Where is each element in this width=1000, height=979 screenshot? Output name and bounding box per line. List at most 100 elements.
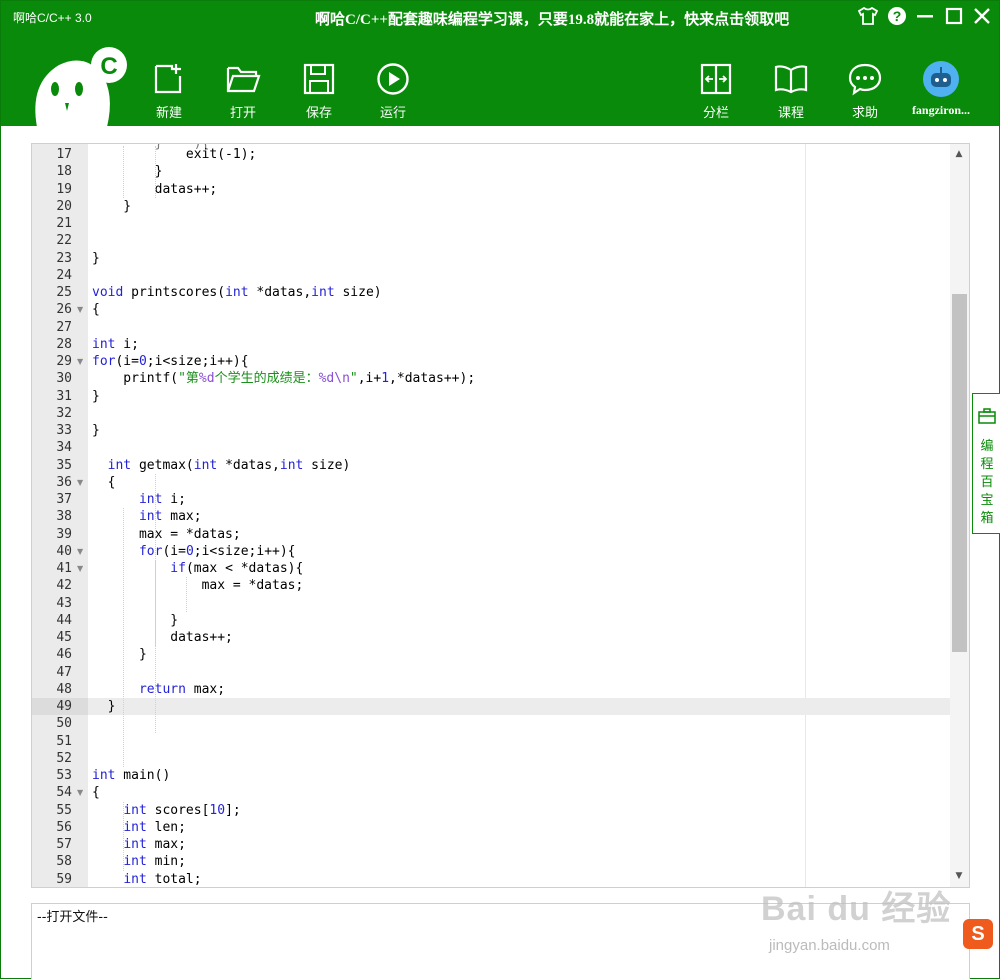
chat-bubble-icon (847, 61, 883, 97)
fold-arrow-icon[interactable]: ▼ (77, 543, 85, 560)
open-button[interactable]: 打开 (213, 61, 273, 123)
line-number: 28 (56, 336, 72, 352)
line-number: 40 (56, 543, 72, 559)
line-number: 42 (56, 578, 72, 594)
code-token: *datas, (248, 285, 312, 300)
code-line[interactable]: int min; (92, 853, 186, 870)
line-number: 17 (56, 147, 72, 162)
side-toolbox[interactable]: 编程百宝箱 (972, 393, 1000, 534)
scrollbar-thumb[interactable] (952, 294, 967, 652)
run-button[interactable]: 运行 (363, 61, 423, 123)
fold-arrow-icon[interactable]: ▼ (77, 353, 85, 370)
code-editor[interactable]: 17 18 19 20 21 22 23 24 25 26 ▼ 27 28 29 ▼ 30 31 32 33 34 35… (31, 143, 970, 888)
code-line[interactable]: int scores[10]; (92, 802, 241, 819)
code-token: ]; (225, 802, 241, 818)
close-icon[interactable] (971, 5, 993, 27)
scroll-up-icon[interactable]: ▲ (953, 148, 965, 160)
app-title: 啊哈C/C++ 3.0 (13, 11, 92, 25)
maximize-icon[interactable] (943, 5, 965, 27)
code-line[interactable]: } (92, 250, 100, 267)
logo-letter: C (100, 53, 117, 80)
indent-guide (185, 577, 187, 612)
code-token: } (92, 612, 179, 628)
code-line[interactable]: } (92, 698, 116, 715)
line-number: 57 (56, 837, 72, 852)
fold-arrow-icon[interactable]: ▼ (77, 301, 85, 318)
code-token: max; (162, 509, 202, 525)
code-line[interactable]: int i; (92, 336, 139, 353)
code-token: "第 (178, 371, 199, 387)
fold-arrow-icon[interactable]: ▼ (77, 474, 85, 491)
ime-icon[interactable]: S (963, 919, 993, 949)
code-token: int (123, 837, 147, 852)
line-number: 50 (56, 716, 72, 732)
line-number: 48 (56, 681, 72, 697)
title-bar: 啊哈C/C++ 3.0 啊哈C/C++配套趣味编程学习课，只要19.8就能在家上… (1, 1, 999, 127)
code-line[interactable]: exit(-1); (92, 146, 256, 163)
code-line[interactable]: int len; (92, 819, 186, 836)
code-line[interactable]: } (92, 163, 163, 180)
line-number: 31 (56, 388, 72, 404)
output-text: --打开文件-- (37, 910, 108, 925)
help-circle-icon[interactable]: ? (886, 5, 908, 27)
line-number: 26 (56, 302, 72, 318)
fold-arrow-icon[interactable]: ▼ (77, 560, 85, 577)
toolbox-label: 编程百宝箱 (980, 439, 994, 526)
line-number: 37 (56, 492, 72, 507)
code-line[interactable]: int i; (92, 491, 186, 508)
code-line[interactable]: } (92, 388, 100, 405)
minimize-icon[interactable] (914, 5, 936, 27)
code-line[interactable]: void printscores(int *datas,int size) (92, 284, 382, 301)
code-line[interactable]: datas++; (92, 629, 233, 646)
code-token: ;i<size;i++){ (146, 354, 249, 369)
line-number: 43 (56, 595, 72, 611)
course-label: 课程 (777, 106, 804, 121)
code-line[interactable]: printf("第%d个学生的成绩是：%d\n",i+1,*datas++); (92, 370, 475, 387)
code-token: int (225, 285, 249, 300)
course-button[interactable]: 课程 (761, 61, 821, 123)
avatar[interactable] (923, 61, 959, 97)
code-token: int (123, 854, 147, 870)
line-number: 47 (56, 664, 72, 680)
vertical-scrollbar[interactable]: ▲ ▼ (950, 144, 969, 887)
promo-banner[interactable]: 啊哈C/C++配套趣味编程学习课，只要19.8就能在家上，快来点击领取吧 (315, 8, 789, 29)
help-button[interactable]: 求助 (835, 61, 895, 123)
line-number: 49 (56, 699, 72, 714)
new-button[interactable]: 新建 (139, 61, 199, 123)
code-token: } (92, 423, 100, 438)
scroll-down-icon[interactable]: ▼ (953, 870, 965, 882)
code-line[interactable]: for(i=0;i<size;i++){ (92, 353, 249, 370)
code-line[interactable]: int getmax(int *datas,int size) (92, 457, 351, 474)
code-line[interactable]: { (92, 474, 116, 491)
code-token: int (279, 457, 304, 473)
code-line[interactable]: int max; (92, 508, 202, 525)
code-token: int (123, 802, 147, 818)
skin-icon[interactable] (857, 5, 879, 27)
code-line[interactable]: int max; (92, 836, 186, 853)
book-icon (773, 61, 809, 97)
split-button[interactable]: 分栏 (686, 61, 746, 123)
code-line[interactable]: return max; (92, 681, 225, 698)
code-line[interactable]: { (92, 301, 100, 318)
code-area[interactable]: } ){ exit(-1); } datas++; }} void printsc… (88, 144, 950, 887)
code-line[interactable]: max = *datas; (92, 526, 241, 543)
code-token: %d (198, 371, 215, 387)
user-menu[interactable]: fangziron... (901, 61, 981, 118)
code-token: } (92, 250, 100, 266)
code-line[interactable]: } (92, 612, 178, 629)
code-token: datas++; (92, 630, 233, 645)
code-token: (max < *datas){ (185, 561, 304, 576)
code-line[interactable]: { (92, 784, 100, 801)
code-line[interactable]: int main() (92, 767, 170, 784)
fold-arrow-icon[interactable]: ▼ (77, 784, 85, 801)
run-label: 运行 (379, 106, 406, 121)
code-token: int (138, 509, 163, 525)
code-line[interactable]: } (92, 198, 131, 215)
code-token: ,i+ (357, 371, 382, 387)
code-line[interactable]: int total; (92, 871, 201, 888)
code-line[interactable]: } (92, 422, 100, 439)
code-token: i; (115, 336, 139, 352)
code-line[interactable]: } (92, 646, 147, 663)
save-button[interactable]: 保存 (289, 61, 349, 123)
